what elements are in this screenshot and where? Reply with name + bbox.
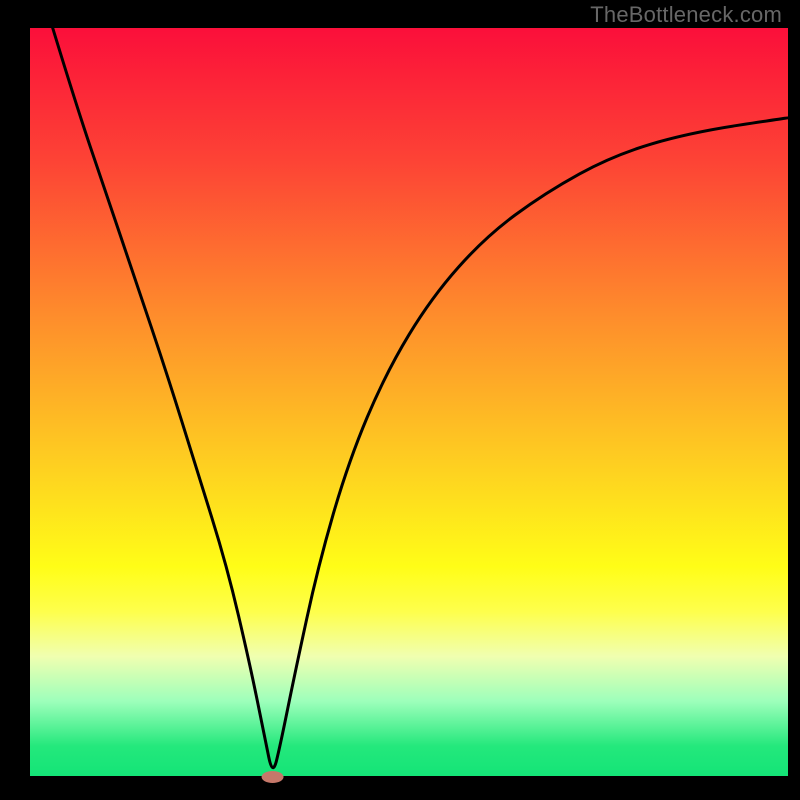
chart-frame: { "watermark": "TheBottleneck.com", "cha… bbox=[0, 0, 800, 800]
chart-svg bbox=[0, 0, 800, 800]
plot-background bbox=[30, 28, 788, 776]
min-marker bbox=[262, 771, 284, 783]
watermark-text: TheBottleneck.com bbox=[590, 2, 782, 28]
